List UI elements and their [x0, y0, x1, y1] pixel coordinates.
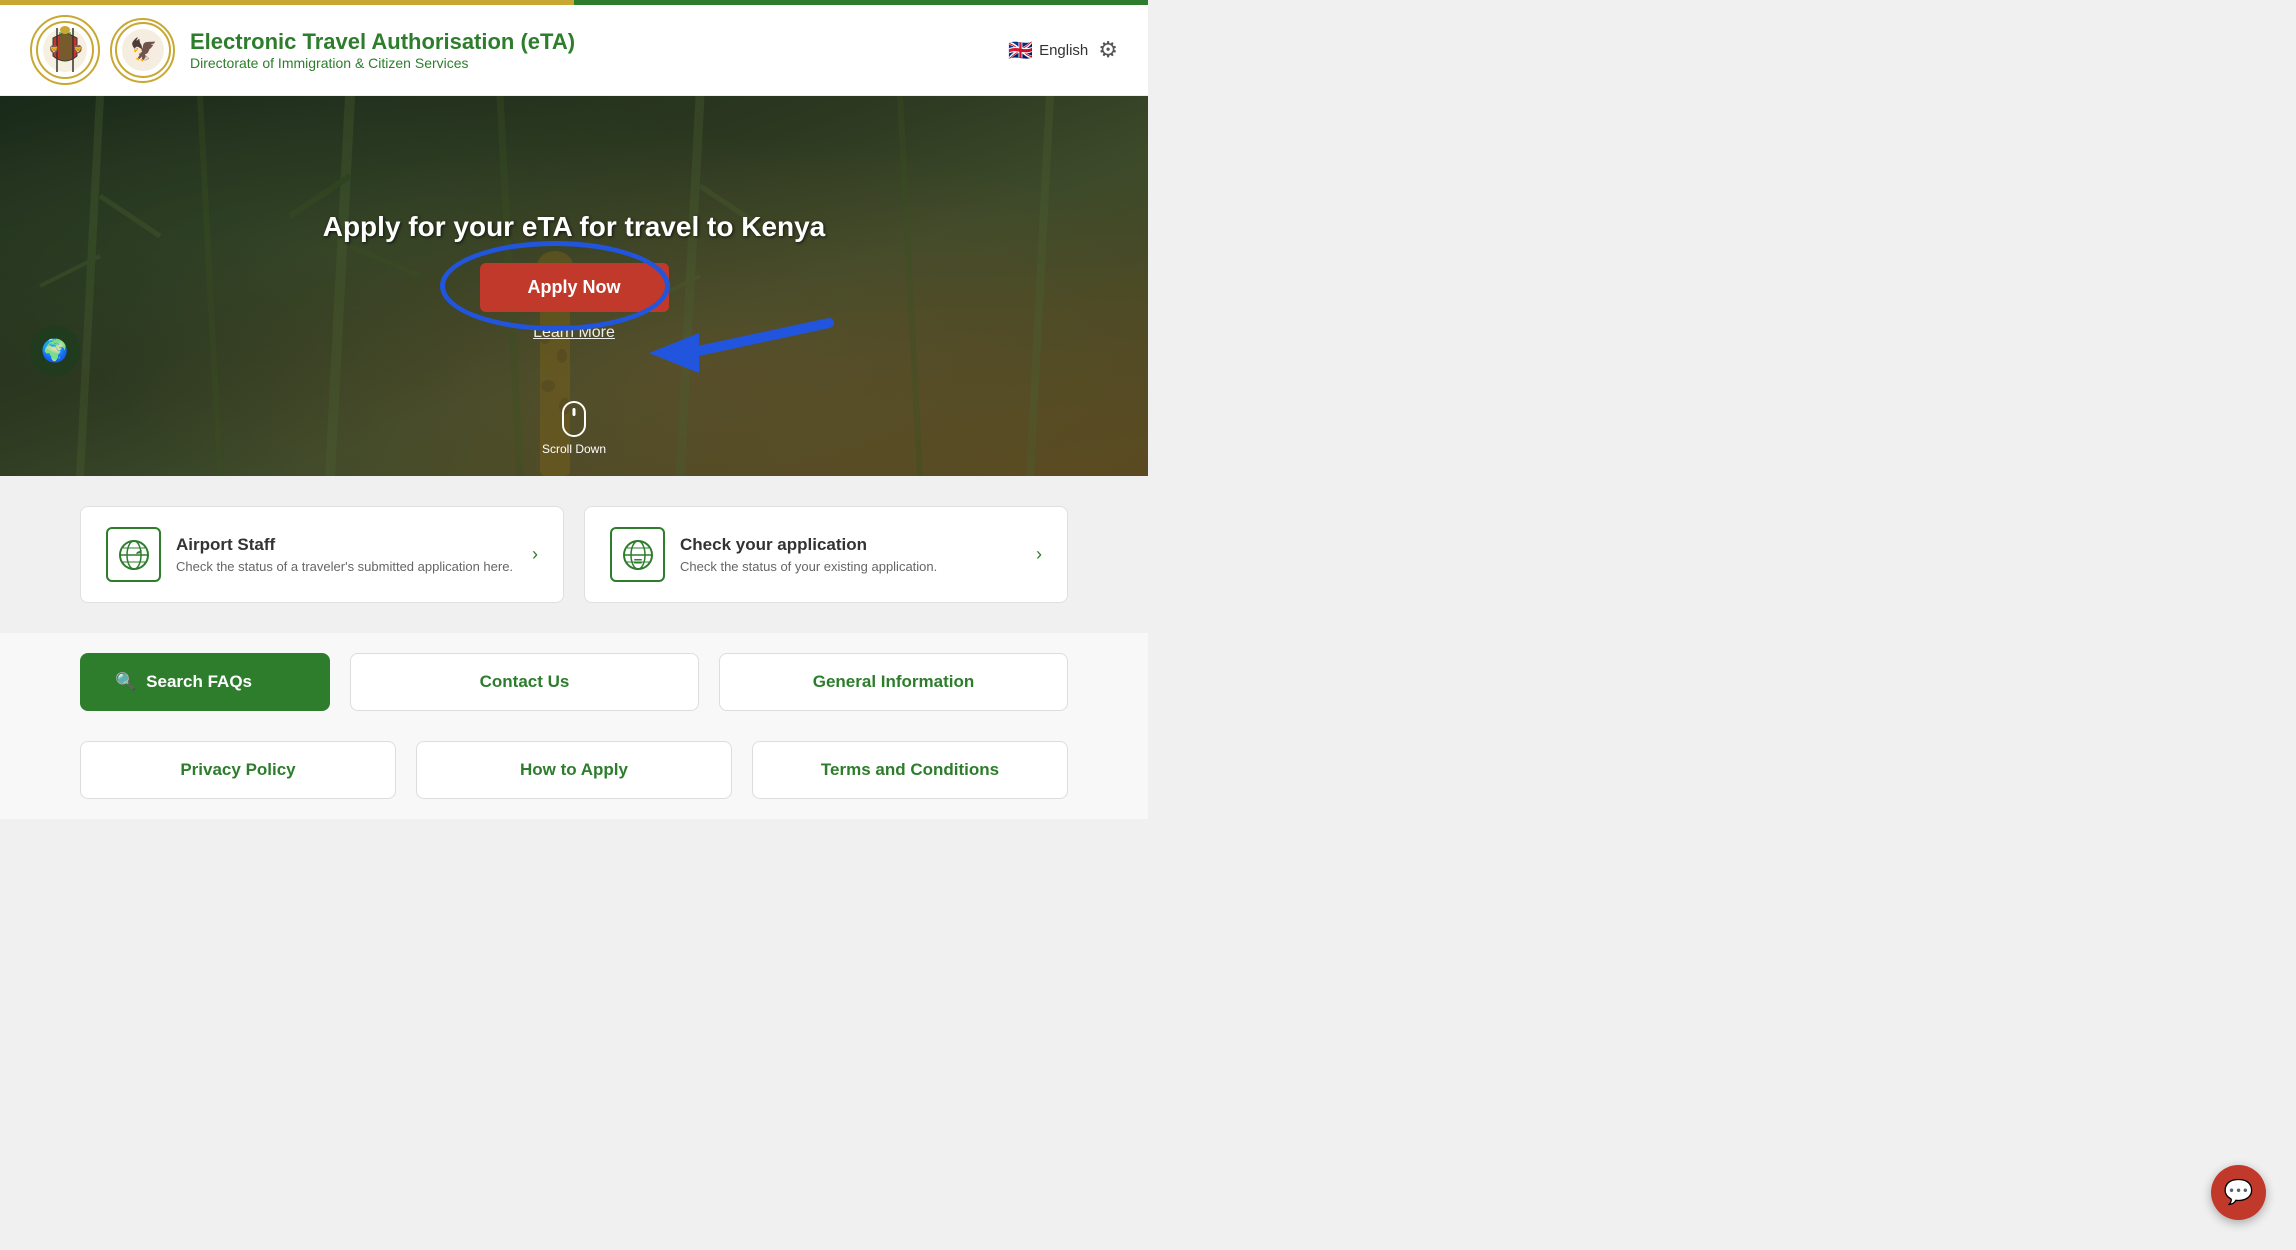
mouse-dot — [573, 408, 576, 416]
check-application-desc: Check the status of your existing applic… — [680, 559, 937, 574]
flag-uk-icon: 🇬🇧 — [1008, 38, 1033, 63]
header-left: 🦁 🦁 🦅 Electronic Travel Authorisation (e… — [30, 15, 575, 85]
logo-secondary: 🦅 — [110, 18, 175, 83]
contact-us-button[interactable]: Contact Us — [350, 653, 699, 711]
scroll-down: Scroll Down — [542, 401, 606, 456]
kenya-badge-icon: 🌍 — [41, 338, 68, 364]
faq-section: 🔍 Search FAQs Contact Us General Informa… — [0, 633, 1148, 731]
globe-doc-icon — [621, 538, 655, 572]
svg-text:🦅: 🦅 — [130, 36, 157, 62]
terms-conditions-button[interactable]: Terms and Conditions — [752, 741, 1068, 799]
svg-text:🦁: 🦁 — [73, 44, 83, 54]
mouse-icon — [562, 401, 586, 437]
chat-bubble[interactable]: 💬 — [2211, 1165, 2266, 1220]
header: 🦁 🦁 🦅 Electronic Travel Authorisation (e… — [0, 5, 1148, 96]
learn-more-link[interactable]: Learn More — [323, 324, 826, 342]
logo-container: 🦁 🦁 🦅 — [30, 15, 175, 85]
check-application-title: Check your application — [680, 535, 937, 555]
privacy-policy-button[interactable]: Privacy Policy — [80, 741, 396, 799]
site-title: Electronic Travel Authorisation (eTA) — [190, 29, 575, 55]
chat-icon: 💬 — [2224, 1178, 2254, 1207]
search-icon: 🔍 — [115, 672, 136, 692]
general-information-button[interactable]: General Information — [719, 653, 1068, 711]
bottom-links-section: Privacy Policy How to Apply Terms and Co… — [0, 731, 1148, 819]
language-selector[interactable]: 🇬🇧 English — [1008, 38, 1088, 63]
crest-svg: 🦁 🦁 — [35, 20, 95, 80]
airport-staff-icon — [106, 527, 161, 582]
language-label: English — [1039, 42, 1088, 59]
site-subtitle: Directorate of Immigration & Citizen Ser… — [190, 55, 575, 71]
header-title: Electronic Travel Authorisation (eTA) Di… — [190, 29, 575, 71]
how-to-apply-button[interactable]: How to Apply — [416, 741, 732, 799]
airport-staff-text: Airport Staff Check the status of a trav… — [176, 535, 513, 574]
hero-title: Apply for your eTA for travel to Kenya — [323, 211, 826, 243]
airport-staff-card[interactable]: Airport Staff Check the status of a trav… — [80, 506, 564, 603]
header-right: 🇬🇧 English ⚙ — [1008, 37, 1118, 63]
search-faqs-label: Search FAQs — [146, 672, 252, 692]
cards-section: Airport Staff Check the status of a trav… — [0, 476, 1148, 633]
airport-staff-title: Airport Staff — [176, 535, 513, 555]
airport-staff-arrow: › — [532, 544, 538, 565]
hero-content: Apply for your eTA for travel to Kenya A… — [323, 211, 826, 342]
check-application-card[interactable]: Check your application Check the status … — [584, 506, 1068, 603]
apply-now-button[interactable]: Apply Now — [480, 263, 669, 312]
check-application-arrow: › — [1036, 544, 1042, 565]
hero-section: Apply for your eTA for travel to Kenya A… — [0, 96, 1148, 476]
globe-plane-icon — [117, 538, 151, 572]
secondary-logo-svg: 🦅 — [114, 21, 172, 79]
check-application-icon — [610, 527, 665, 582]
svg-text:🦁: 🦁 — [49, 44, 59, 54]
airport-staff-desc: Check the status of a traveler's submitt… — [176, 559, 513, 574]
kenya-badge: 🌍 — [30, 326, 80, 376]
apply-btn-container: Apply Now — [480, 263, 669, 312]
check-application-text: Check your application Check the status … — [680, 535, 937, 574]
settings-icon[interactable]: ⚙ — [1098, 37, 1118, 63]
search-faqs-button[interactable]: 🔍 Search FAQs — [80, 653, 330, 711]
logo-kenya-crest: 🦁 🦁 — [30, 15, 100, 85]
scroll-text: Scroll Down — [542, 442, 606, 456]
